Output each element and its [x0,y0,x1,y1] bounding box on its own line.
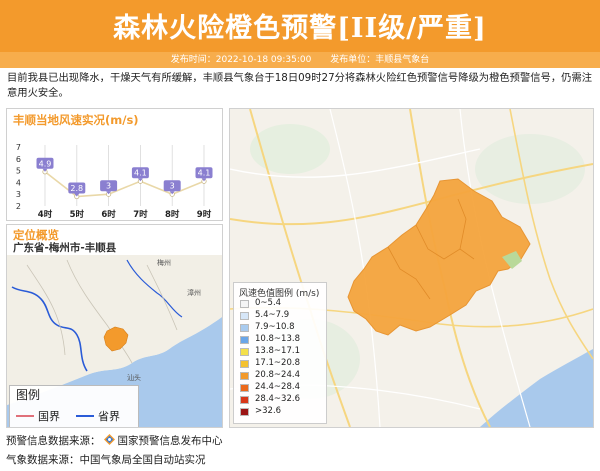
legend-title: 图例 [16,388,41,402]
location-overview-panel: 定位概览 广东省-梅州市-丰顺县 梅州 汕头 漳州 图例 国界 省界 [6,224,223,428]
legend-swatch [240,360,249,368]
alert-header: 森林火险橙色预警[II级/严重] [0,0,600,52]
x-tick-label: 4时 [38,209,53,220]
x-tick-label: 6时 [101,209,116,220]
legend-swatch [240,372,249,380]
wind-speed-chart: 2 3 4 5 6 7 4时 5时 6时 7时 8时 9时 4.9 2.8 3 4.1 3 4.1 [16,143,213,220]
map-label-city: 漳州 [187,288,201,297]
x-tick-label: 7时 [133,209,148,220]
legend-swatch [240,300,249,308]
data-label: 3 [106,182,111,191]
alert-description: 目前我县已出现降水，干燥天气有所缓解，丰顺县气象台于18日09时27分将森林火险… [7,72,593,99]
legend-swatch [240,324,249,332]
x-tick-label: 5时 [70,209,85,220]
warning-source-link[interactable]: 国家预警信息发布中心 [118,435,223,447]
province-line-icon [76,415,94,417]
y-tick-label: 3 [16,190,21,199]
y-tick-label: 2 [16,202,21,211]
map-label-city: 梅州 [157,258,171,267]
y-tick-label: 5 [16,167,21,176]
meta-bar: 发布时间：2022-10-18 09:35:00 发布单位：丰顺县气象台 [0,52,600,68]
alert-title: 森林火险橙色预警[II级/严重] [113,13,487,44]
legend-swatch [240,396,249,404]
weather-source: 气象数据来源：中国气象局全国自动站实况 [6,454,206,466]
border-line-icon [16,415,34,417]
x-tick-label: 9时 [197,209,212,220]
publisher: 发布单位：丰顺县气象台 [330,55,430,65]
map-label-city: 汕头 [127,373,141,382]
data-label: 3 [170,182,175,191]
y-tick-label: 7 [16,143,21,152]
data-label: 4.1 [134,169,147,178]
wind-legend: 风速色值图例 (m/s) 0~5.4 5.4~7.9 7.9~10.8 10.8… [233,282,327,424]
legend-swatch [240,336,249,344]
legend-swatch [240,348,249,356]
wind-speed-panel: 丰顺当地风速实况(m/s) 2 3 4 5 6 7 4时 5时 6时 7时 8时 9时 4.9 2.8 3 4… [6,108,223,221]
legend-swatch [240,312,249,320]
x-tick-label: 8时 [165,209,180,220]
data-label: 4.9 [39,159,52,168]
data-label: 4.1 [198,169,211,178]
y-tick-label: 6 [16,155,21,164]
legend-swatch [240,408,249,416]
legend-swatch [240,384,249,392]
y-tick-label: 4 [16,178,21,187]
overview-legend: 图例 国界 省界 [9,385,139,427]
warning-center-logo-icon [103,434,115,445]
publish-time: 发布时间：2022-10-18 09:35:00 [170,55,312,65]
data-label: 2.8 [70,184,83,193]
location-region: 广东省-梅州市-丰顺县 [13,242,117,254]
wind-map[interactable]: 风速色值图例 (m/s) 0~5.4 5.4~7.9 7.9~10.8 10.8… [229,108,594,428]
warning-source: 预警信息数据来源： 国家预警信息发布中心 [6,434,223,447]
